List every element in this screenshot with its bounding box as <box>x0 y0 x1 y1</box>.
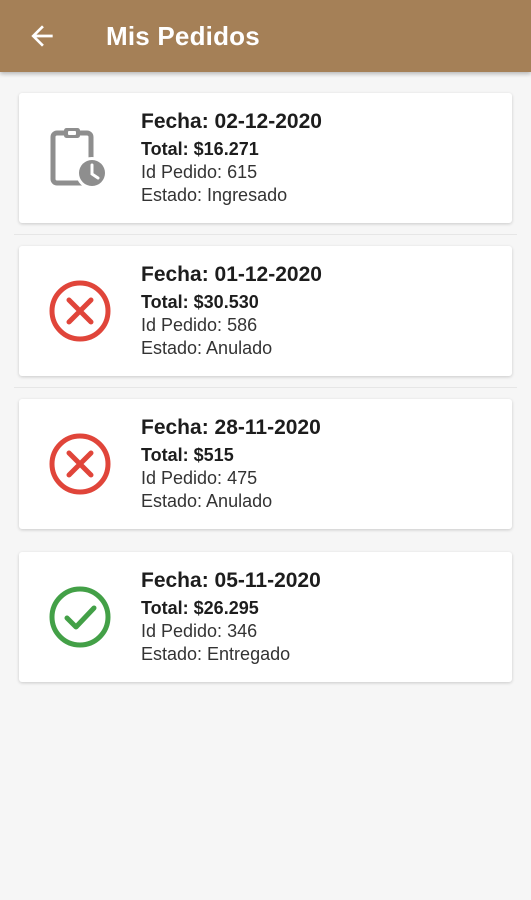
divider <box>14 234 517 235</box>
check-circle-icon <box>49 586 111 648</box>
order-total: Total: $26.295 <box>141 598 259 618</box>
order-status: Estado: Anulado <box>141 338 273 358</box>
order-card[interactable]: Fecha: 01-12-2020 Total: $30.530 Id Pedi… <box>19 246 512 376</box>
divider <box>14 540 517 541</box>
order-card[interactable]: Fecha: 28-11-2020 Total: $515 Id Pedido:… <box>19 399 512 529</box>
order-id: Id Pedido: 475 <box>141 468 258 488</box>
back-button[interactable] <box>20 14 64 58</box>
order-card[interactable]: Fecha: 02-12-2020 Total: $16.271 Id Pedi… <box>19 93 512 223</box>
order-status: Estado: Entregado <box>141 644 291 664</box>
order-id: Id Pedido: 346 <box>141 621 258 641</box>
arrow-left-icon <box>31 25 53 47</box>
cancel-circle-icon <box>49 280 111 342</box>
order-date: Fecha: 05-11-2020 <box>141 569 321 592</box>
order-date: Fecha: 01-12-2020 <box>141 263 322 286</box>
order-date: Fecha: 02-12-2020 <box>141 110 322 133</box>
orders-list: Fecha: 02-12-2020 Total: $16.271 Id Pedi… <box>0 72 531 682</box>
page-title: Mis Pedidos <box>106 20 260 51</box>
order-total: Total: $16.271 <box>141 139 259 159</box>
order-date: Fecha: 28-11-2020 <box>141 416 321 439</box>
order-status: Estado: Ingresado <box>141 185 288 205</box>
order-id: Id Pedido: 586 <box>141 315 258 335</box>
cancel-circle-icon <box>49 433 111 495</box>
order-card[interactable]: Fecha: 05-11-2020 Total: $26.295 Id Pedi… <box>19 552 512 682</box>
order-id: Id Pedido: 615 <box>141 162 258 182</box>
clipboard-clock-icon <box>50 128 108 189</box>
order-total: Total: $515 <box>141 445 234 465</box>
divider <box>14 387 517 388</box>
order-total: Total: $30.530 <box>141 292 259 312</box>
order-status: Estado: Anulado <box>141 491 273 511</box>
app-bar: Mis Pedidos <box>0 0 531 72</box>
